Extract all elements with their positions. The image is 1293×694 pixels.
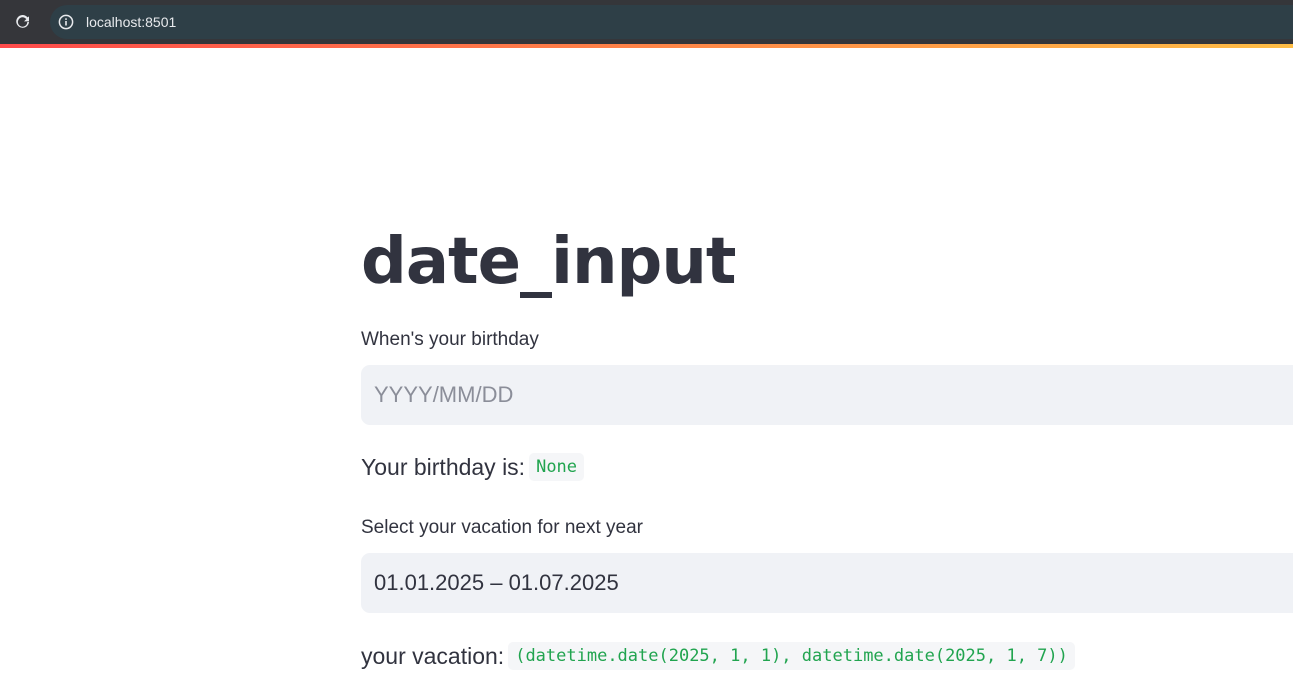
info-icon[interactable] <box>58 14 74 30</box>
birthday-output-value: None <box>529 453 585 481</box>
vacation-output-value: (datetime.date(2025, 1, 1), datetime.dat… <box>508 642 1075 670</box>
browser-toolbar: localhost:8501 <box>0 0 1293 44</box>
birthday-input-field[interactable] <box>374 365 1274 425</box>
url-text: localhost:8501 <box>86 14 177 30</box>
vacation-output: your vacation: (datetime.date(2025, 1, 1)… <box>361 642 1075 670</box>
birthday-label: When's your birthday <box>361 329 539 350</box>
address-bar[interactable]: localhost:8501 <box>50 5 1293 39</box>
app-decoration-bar <box>0 44 1293 48</box>
birthday-output: Your birthday is: None <box>361 453 585 481</box>
vacation-date-range-input[interactable] <box>361 553 1293 613</box>
vacation-input-field[interactable] <box>374 553 1274 613</box>
vacation-output-label: your vacation: <box>361 643 505 669</box>
vacation-label: Select your vacation for next year <box>361 517 643 538</box>
birthday-date-input[interactable] <box>361 365 1293 425</box>
reload-icon[interactable] <box>14 13 32 31</box>
page-title: date_input <box>361 225 736 299</box>
birthday-output-label: Your birthday is: <box>361 454 526 480</box>
